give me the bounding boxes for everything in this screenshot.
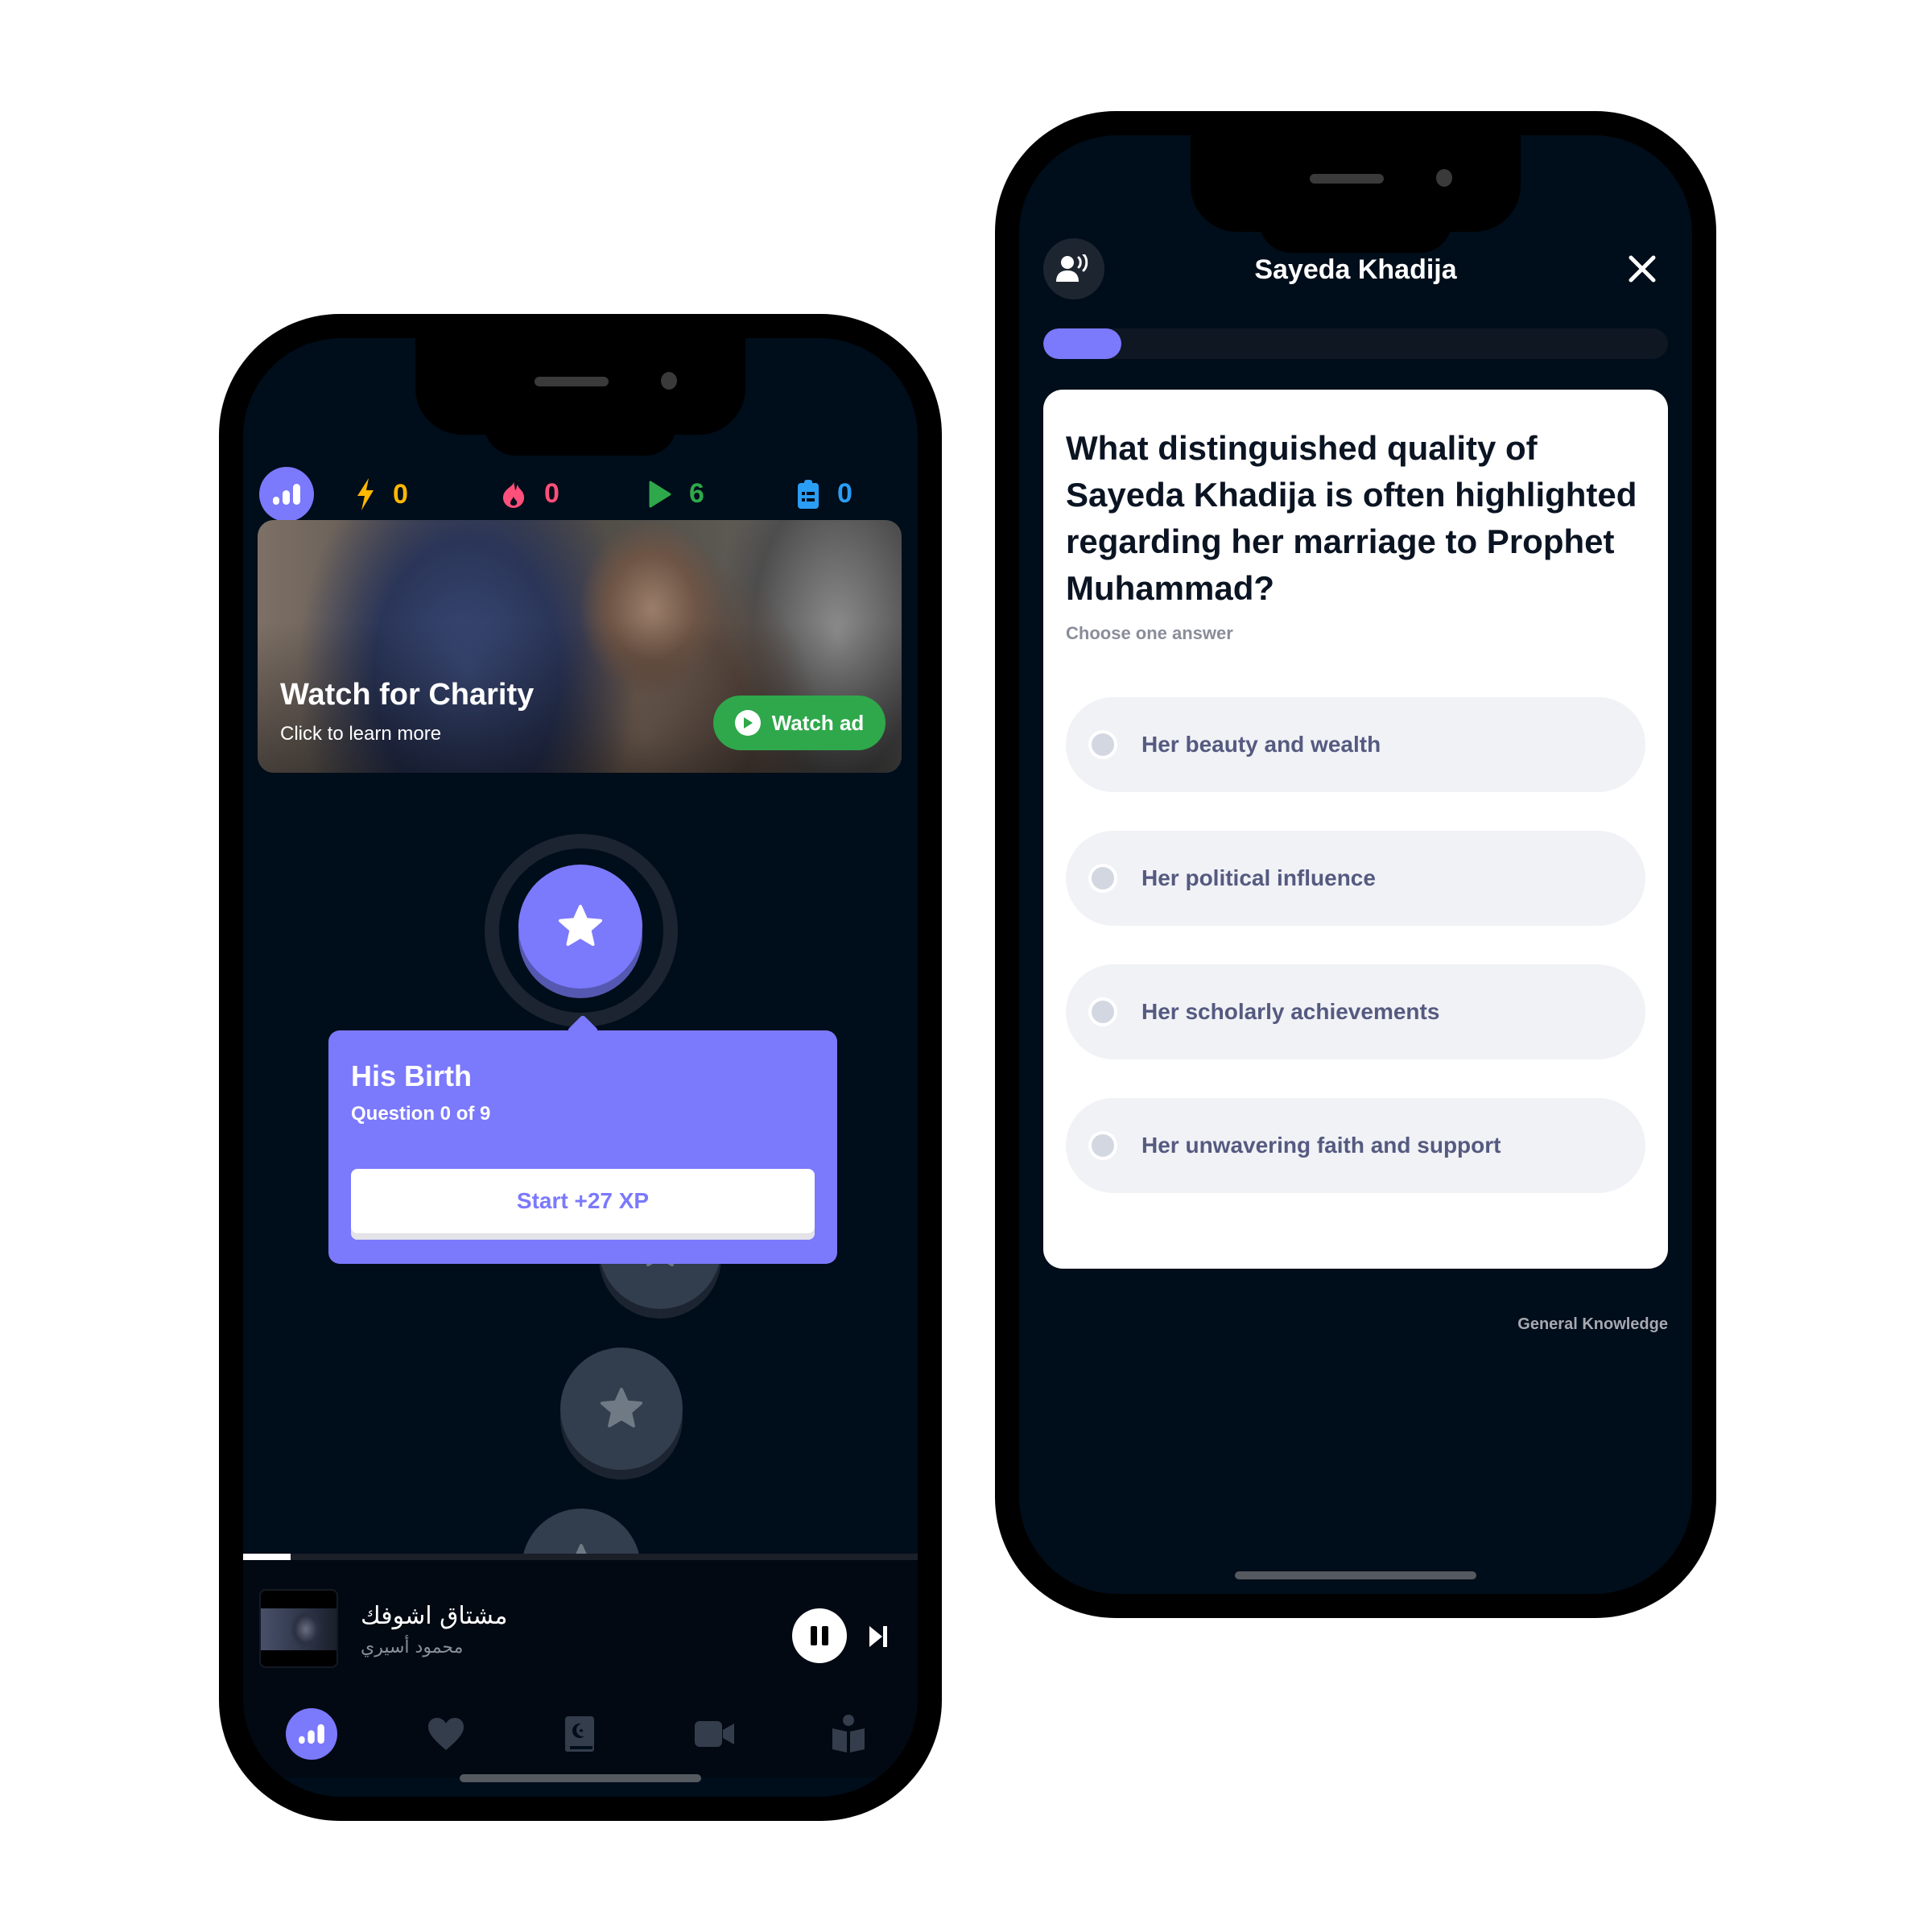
player-progress-bar[interactable] bbox=[243, 1554, 918, 1560]
videos-stat[interactable]: 6 bbox=[649, 478, 704, 510]
streak-count: 0 bbox=[544, 478, 559, 509]
player-progress-fill bbox=[243, 1554, 291, 1560]
lesson-node-active[interactable] bbox=[518, 865, 642, 989]
bottom-tab-bar bbox=[243, 1681, 918, 1777]
radio-button[interactable] bbox=[1088, 864, 1117, 893]
watch-ad-label: Watch ad bbox=[771, 710, 865, 735]
quizzes-stat[interactable]: 0 bbox=[797, 478, 852, 510]
answer-label: Her beauty and wealth bbox=[1141, 732, 1381, 757]
tab-favorites[interactable] bbox=[420, 1708, 472, 1760]
stats-bar: 0 0 6 0 bbox=[259, 467, 902, 523]
camera bbox=[661, 372, 677, 390]
pause-icon bbox=[811, 1626, 817, 1645]
track-artist: محمود أسيري bbox=[361, 1637, 464, 1657]
radio-button[interactable] bbox=[1088, 997, 1117, 1026]
pause-button[interactable] bbox=[792, 1608, 847, 1663]
close-icon bbox=[1629, 255, 1656, 283]
videos-count: 6 bbox=[689, 478, 704, 509]
radio-button[interactable] bbox=[1088, 730, 1117, 759]
start-lesson-button[interactable]: Start +27 XP bbox=[351, 1169, 815, 1240]
answer-hint: Choose one answer bbox=[1066, 623, 1233, 643]
quiz-progress-bar bbox=[1043, 328, 1668, 359]
home-indicator bbox=[460, 1774, 701, 1782]
energy-count: 0 bbox=[393, 478, 408, 510]
notch bbox=[1259, 208, 1452, 253]
next-track-button[interactable] bbox=[868, 1624, 889, 1653]
home-indicator bbox=[1235, 1571, 1476, 1579]
stats-icon bbox=[273, 484, 300, 505]
charity-banner[interactable]: Watch for Charity Click to learn more Wa… bbox=[258, 520, 902, 773]
star-icon bbox=[600, 1387, 643, 1428]
tab-quran[interactable] bbox=[554, 1708, 605, 1760]
star-icon bbox=[559, 905, 602, 946]
tab-videos[interactable] bbox=[689, 1708, 741, 1760]
answer-option[interactable]: Her scholarly achievements bbox=[1066, 964, 1645, 1059]
skip-next-icon bbox=[869, 1626, 887, 1647]
profile-stats-button[interactable] bbox=[259, 467, 314, 522]
video-camera-icon bbox=[695, 1721, 734, 1747]
left-phone: 0 0 6 0 Watch for Charity Click to learn… bbox=[219, 314, 942, 1821]
heart-icon bbox=[428, 1718, 464, 1750]
lesson-node-locked[interactable] bbox=[560, 1348, 683, 1470]
speaker bbox=[1309, 174, 1384, 184]
answer-option[interactable]: Her beauty and wealth bbox=[1066, 697, 1645, 792]
banner-title: Watch for Charity bbox=[280, 678, 535, 712]
speaker bbox=[534, 377, 609, 386]
stats-icon bbox=[299, 1724, 324, 1744]
play-circle-icon bbox=[734, 710, 761, 736]
streak-stat[interactable]: 0 bbox=[501, 478, 559, 510]
lightning-icon bbox=[357, 478, 374, 510]
quiz-title: Sayeda Khadija bbox=[1254, 254, 1457, 285]
notch bbox=[484, 411, 677, 456]
answer-label: Her unwavering faith and support bbox=[1141, 1133, 1501, 1158]
answer-label: Her scholarly achievements bbox=[1141, 999, 1440, 1024]
lesson-popover: His Birth Question 0 of 9 Start +27 XP bbox=[328, 1030, 837, 1264]
close-button[interactable] bbox=[1626, 253, 1658, 285]
watch-ad-button[interactable]: Watch ad bbox=[713, 696, 886, 750]
energy-stat[interactable]: 0 bbox=[356, 478, 408, 510]
track-artwork bbox=[259, 1589, 338, 1668]
flame-icon bbox=[502, 480, 525, 508]
answer-option[interactable]: Her political influence bbox=[1066, 831, 1645, 926]
left-screen: 0 0 6 0 Watch for Charity Click to learn… bbox=[243, 338, 918, 1797]
tab-stats[interactable] bbox=[286, 1708, 337, 1760]
reader-icon bbox=[832, 1715, 865, 1752]
question-text: What distinguished quality of Sayeda Kha… bbox=[1066, 429, 1637, 607]
track-title: مشتاق اشوفك bbox=[361, 1602, 508, 1630]
camera bbox=[1436, 169, 1452, 187]
lesson-progress-text: Question 0 of 9 bbox=[351, 1103, 491, 1125]
clipboard-icon bbox=[798, 479, 819, 509]
answer-label: Her political influence bbox=[1141, 865, 1376, 890]
quran-icon bbox=[565, 1716, 594, 1752]
quizzes-count: 0 bbox=[837, 478, 852, 509]
radio-button[interactable] bbox=[1088, 1131, 1117, 1160]
category-label: General Knowledge bbox=[1517, 1315, 1668, 1333]
lesson-title: His Birth bbox=[351, 1059, 473, 1092]
play-icon bbox=[649, 481, 671, 507]
question-card: What distinguished quality of Sayeda Kha… bbox=[1043, 390, 1668, 1269]
tab-learn[interactable] bbox=[823, 1708, 874, 1760]
mini-player[interactable]: مشتاق اشوفك محمود أسيري bbox=[243, 1560, 918, 1681]
banner-subtitle[interactable]: Click to learn more bbox=[280, 723, 441, 745]
answer-option[interactable]: Her unwavering faith and support bbox=[1066, 1098, 1645, 1193]
right-phone: Sayeda Khadija What distinguished qualit… bbox=[995, 111, 1716, 1618]
quiz-progress-fill bbox=[1043, 328, 1121, 359]
right-screen: Sayeda Khadija What distinguished qualit… bbox=[1019, 135, 1692, 1594]
